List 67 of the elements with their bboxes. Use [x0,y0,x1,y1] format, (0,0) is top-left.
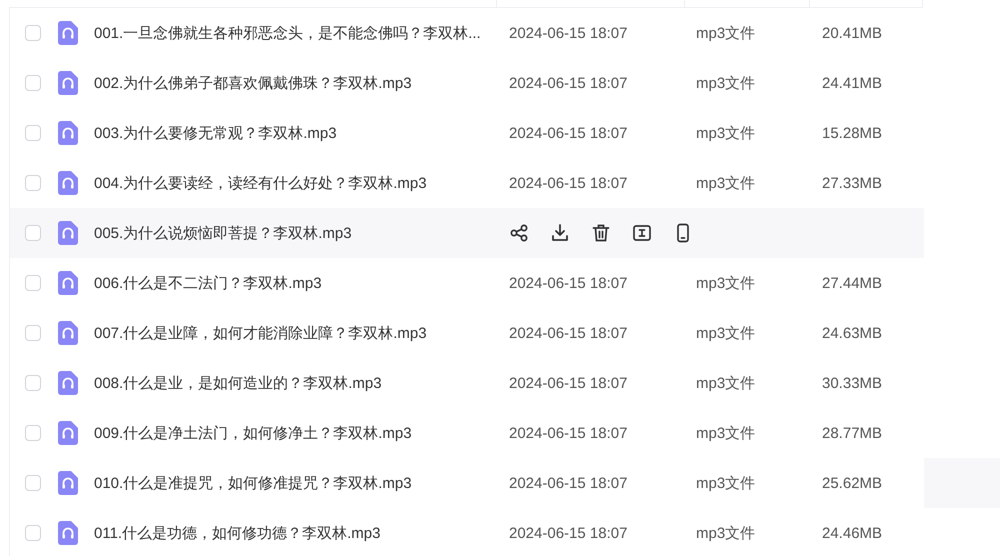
modified-date: 2024-06-15 18:07 [509,74,628,92]
file-type: mp3文件 [696,174,756,192]
checkbox[interactable] [25,475,41,491]
audio-file-icon [58,21,78,45]
file-type: mp3文件 [696,24,756,42]
audio-file-icon [58,371,78,395]
modified-date: 2024-06-15 18:07 [509,274,628,292]
file-name[interactable]: 009.什么是净土法门，如何修净土？李双林.mp3 [94,424,412,442]
file-type: mp3文件 [696,324,756,342]
modified-date: 2024-06-15 18:07 [509,124,628,142]
file-type: mp3文件 [696,124,756,142]
file-name[interactable]: 006.什么是不二法门？李双林.mp3 [94,274,322,292]
file-size: 27.33MB [822,174,882,192]
file-size: 25.62MB [822,474,882,492]
checkbox[interactable] [25,425,41,441]
checkbox[interactable] [25,75,41,91]
checkbox[interactable] [25,175,41,191]
download-icon[interactable] [550,223,570,243]
audio-file-icon [58,121,78,145]
modified-date: 2024-06-15 18:07 [509,24,628,42]
file-name[interactable]: 003.为什么要修无常观？李双林.mp3 [94,124,337,142]
delete-icon[interactable] [591,223,611,243]
audio-file-icon [58,521,78,545]
modified-date: 2024-06-15 18:07 [509,424,628,442]
checkbox[interactable] [25,275,41,291]
file-type: mp3文件 [696,274,756,292]
audio-file-icon [58,171,78,195]
checkbox[interactable] [25,375,41,391]
modified-date: 2024-06-15 18:07 [509,524,628,542]
file-name[interactable]: 002.为什么佛弟子都喜欢佩戴佛珠？李双林.mp3 [94,74,412,92]
audio-file-icon [58,321,78,345]
file-name[interactable]: 008.什么是业，是如何造业的？李双林.mp3 [94,374,382,392]
file-size: 27.44MB [822,274,882,292]
file-size: 24.63MB [822,324,882,342]
modified-date: 2024-06-15 18:07 [509,174,628,192]
audio-file-icon [58,221,78,245]
file-size: 24.41MB [822,74,882,92]
checkbox[interactable] [25,325,41,341]
file-name[interactable]: 005.为什么说烦恼即菩提？李双林.mp3 [94,224,352,242]
file-size: 15.28MB [822,124,882,142]
share-icon[interactable] [509,223,529,243]
file-name[interactable]: 001.一旦念佛就生各种邪恶念头，是不能念佛吗？李双林... [94,24,481,42]
checkbox[interactable] [25,25,41,41]
checkbox[interactable] [25,125,41,141]
modified-date: 2024-06-15 18:07 [509,474,628,492]
checkbox[interactable] [25,525,41,541]
file-size: 20.41MB [822,24,882,42]
modified-date: 2024-06-15 18:07 [509,324,628,342]
audio-file-icon [58,421,78,445]
file-type: mp3文件 [696,524,756,542]
file-type: mp3文件 [696,474,756,492]
checkbox[interactable] [25,225,41,241]
file-type: mp3文件 [696,424,756,442]
audio-file-icon [58,71,78,95]
file-type: mp3文件 [696,374,756,392]
file-type: mp3文件 [696,74,756,92]
modified-date: 2024-06-15 18:07 [509,374,628,392]
file-name[interactable]: 010.什么是准提咒，如何修准提咒？李双林.mp3 [94,474,412,492]
file-size: 28.77MB [822,424,882,442]
file-name[interactable]: 007.什么是业障，如何才能消除业障？李双林.mp3 [94,324,427,342]
rename-icon[interactable] [632,223,652,243]
file-size: 24.46MB [822,524,882,542]
audio-file-icon [58,471,78,495]
file-name[interactable]: 004.为什么要读经，读经有什么好处？李双林.mp3 [94,174,427,192]
file-size: 30.33MB [822,374,882,392]
audio-file-icon [58,271,78,295]
file-name[interactable]: 011.什么是功德，如何修功德？李双林.mp3 [94,524,380,542]
